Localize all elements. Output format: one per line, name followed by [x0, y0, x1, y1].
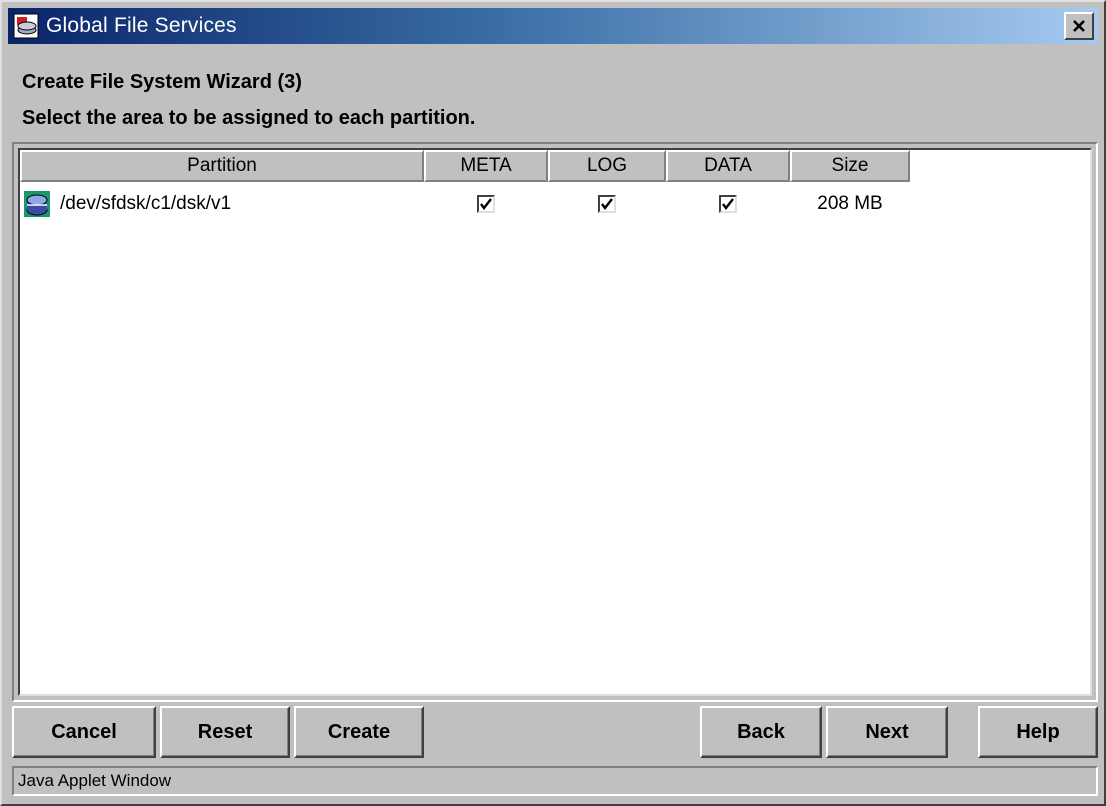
button-bar: Cancel Reset Create Back Next Help [12, 706, 1098, 758]
window-title: Global File Services [46, 14, 237, 37]
column-header-meta[interactable]: META [424, 150, 548, 182]
checkmark-icon [601, 198, 613, 210]
disk-icon [24, 191, 50, 217]
partition-path: /dev/sfdsk/c1/dsk/v1 [60, 193, 232, 214]
size-cell: 208 MB [817, 193, 883, 214]
reset-button[interactable]: Reset [160, 706, 290, 758]
title-bar[interactable]: Global File Services [8, 8, 1098, 44]
column-header-partition[interactable]: Partition [20, 150, 424, 182]
checkmark-icon [722, 198, 734, 210]
cancel-button[interactable]: Cancel [12, 706, 156, 758]
partition-cell: /dev/sfdsk/c1/dsk/v1 [20, 191, 424, 217]
column-header-size[interactable]: Size [790, 150, 910, 182]
partition-list-frame: Partition META LOG DATA Size /dev/sfdsk/… [12, 142, 1098, 702]
wizard-instruction: Select the area to be assigned to each p… [22, 107, 476, 129]
partition-table[interactable]: Partition META LOG DATA Size /dev/sfdsk/… [18, 148, 1092, 696]
status-bar: Java Applet Window [12, 766, 1098, 796]
meta-cell [424, 195, 548, 213]
log-checkbox[interactable] [598, 195, 616, 213]
column-header-data[interactable]: DATA [666, 150, 790, 182]
log-cell [548, 195, 666, 213]
close-icon [1073, 20, 1085, 32]
next-button[interactable]: Next [826, 706, 948, 758]
checkmark-icon [480, 198, 492, 210]
table-header: Partition META LOG DATA Size [20, 150, 910, 182]
column-header-log[interactable]: LOG [548, 150, 666, 182]
create-button[interactable]: Create [294, 706, 424, 758]
data-checkbox[interactable] [719, 195, 737, 213]
table-row[interactable]: /dev/sfdsk/c1/dsk/v1 208 MB [20, 186, 910, 222]
back-button[interactable]: Back [700, 706, 822, 758]
close-button[interactable] [1064, 12, 1094, 40]
help-button[interactable]: Help [978, 706, 1098, 758]
wizard-window: Global File Services Create File System … [0, 0, 1106, 806]
app-icon [12, 12, 40, 40]
wizard-heading: Create File System Wizard (3) Select the… [22, 64, 475, 136]
wizard-step-title: Create File System Wizard (3) [22, 71, 302, 93]
meta-checkbox[interactable] [477, 195, 495, 213]
data-cell [666, 195, 790, 213]
